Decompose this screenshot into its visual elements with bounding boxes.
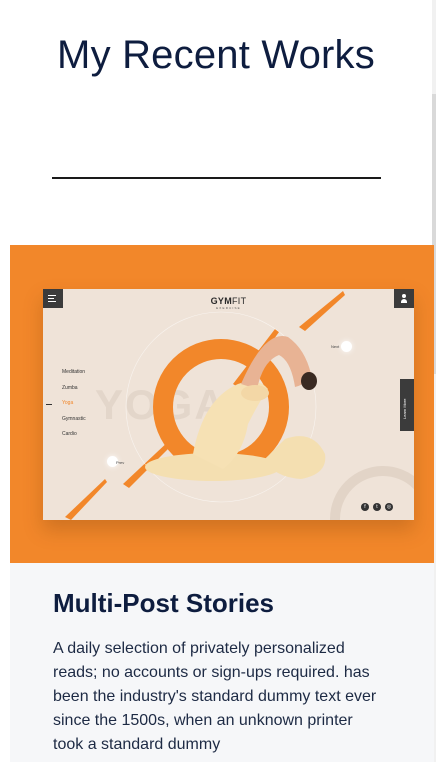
project-title[interactable]: Multi-Post Stories xyxy=(53,588,274,619)
mockup-logo: GYMFIT xyxy=(43,296,414,306)
page-title: My Recent Works xyxy=(57,33,375,77)
title-underline xyxy=(52,177,381,179)
mockup-nav-item[interactable]: Zumba xyxy=(62,385,86,401)
prev-label[interactable]: Prev xyxy=(116,460,124,465)
user-icon[interactable] xyxy=(394,289,414,308)
website-mockup: YOGA Next Prev GYMFIT EXERCISE Meditatio… xyxy=(43,289,414,520)
project-card[interactable]: YOGA Next Prev GYMFIT EXERCISE Meditatio… xyxy=(10,245,434,762)
mockup-nav: Meditation Zumba Yoga Gymnastic Cardio xyxy=(62,369,86,447)
project-image[interactable]: YOGA Next Prev GYMFIT EXERCISE Meditatio… xyxy=(10,245,434,563)
project-description: A daily selection of privately personali… xyxy=(53,640,377,753)
mockup-nav-item[interactable]: Meditation xyxy=(62,369,86,385)
logo-accent: FIT xyxy=(232,296,247,306)
yoga-graphic xyxy=(65,291,414,520)
active-arrow-icon xyxy=(46,404,52,405)
logo-subtitle: EXERCISE xyxy=(216,306,241,310)
learn-more-button[interactable]: Learn More xyxy=(400,379,414,431)
instagram-icon[interactable]: ◎ xyxy=(385,503,393,511)
twitter-icon[interactable]: t xyxy=(373,503,381,511)
facebook-icon[interactable]: f xyxy=(361,503,369,511)
mockup-nav-item[interactable]: Gymnastic xyxy=(62,416,86,432)
logo-main: GYM xyxy=(210,296,232,306)
next-label[interactable]: Next xyxy=(331,344,339,349)
mockup-nav-item-active[interactable]: Yoga xyxy=(62,400,86,416)
mockup-nav-item[interactable]: Cardio xyxy=(62,431,86,447)
next-dot[interactable] xyxy=(341,341,352,352)
learn-more-label: Learn More xyxy=(402,398,407,419)
